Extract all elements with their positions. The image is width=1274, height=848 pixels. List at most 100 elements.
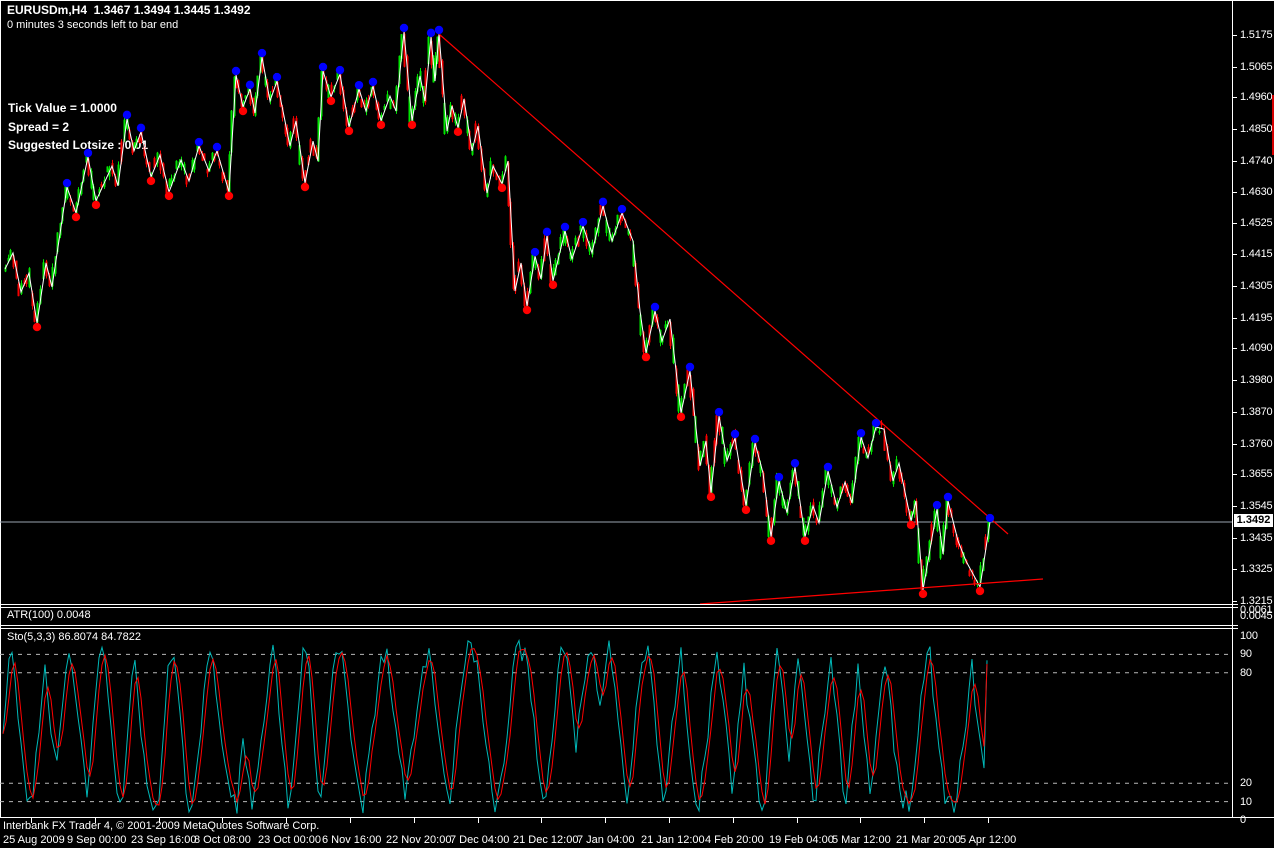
price-axis-label: 1.4195	[1240, 312, 1272, 324]
price-axis-tick	[1233, 192, 1237, 193]
date-label: 23 Sep 16:00	[131, 834, 196, 846]
zigzag-bottom-dot	[33, 323, 41, 331]
date-label: 21 Mar 20:00	[896, 834, 961, 846]
date-label: 21 Jan 12:00	[641, 834, 705, 846]
time-axis-tick	[541, 818, 542, 823]
sto-axis-label: 80	[1240, 667, 1252, 679]
zigzag-top-dot	[123, 111, 131, 119]
price-axis-tick	[1233, 380, 1237, 381]
zigzag-bottom-dot	[147, 177, 155, 185]
zigzag-top-dot	[944, 493, 952, 501]
zigzag-bottom-dot	[239, 107, 247, 115]
zigzag-top-dot	[84, 149, 92, 157]
zigzag-top-dot	[258, 49, 266, 57]
zigzag-top-dot	[273, 73, 281, 81]
date-label: 6 Nov 16:00	[322, 834, 381, 846]
current-price-tag: 1.3492	[1234, 514, 1273, 527]
date-label: 22 Nov 20:00	[386, 834, 451, 846]
sto-axis-label: 90	[1240, 648, 1252, 660]
zigzag-bottom-dot	[225, 192, 233, 200]
price-axis-label: 1.4090	[1240, 342, 1272, 354]
zigzag-bottom-dot	[907, 521, 915, 529]
zigzag-top-dot	[857, 429, 865, 437]
date-label: 7 Jan 04:00	[577, 834, 635, 846]
zigzag-bottom-dot	[742, 506, 750, 514]
price-axis-label: 1.4305	[1240, 280, 1272, 292]
zigzag-bottom-dot	[707, 493, 715, 501]
zigzag-bottom-dot	[301, 183, 309, 191]
zigzag-top-dot	[686, 363, 694, 371]
price-axis-label: 1.4850	[1240, 123, 1272, 135]
time-axis-tick	[350, 818, 351, 823]
zigzag-top-dot	[618, 205, 626, 213]
sto-signal-line	[3, 649, 987, 805]
date-label: 9 Sep 00:00	[67, 834, 126, 846]
price-axis-tick	[1233, 348, 1237, 349]
zigzag-top-dot	[435, 26, 443, 34]
zigzag-top-dot	[355, 81, 363, 89]
trendline-ascending	[700, 579, 1043, 604]
zigzag-bottom-dot	[92, 201, 100, 209]
stochastic-chart[interactable]	[0, 629, 1232, 818]
price-axis-tick	[1233, 318, 1237, 319]
price-axis-label: 1.5175	[1240, 29, 1272, 41]
time-axis-tick	[860, 818, 861, 823]
price-axis-label: 1.4960	[1240, 91, 1272, 103]
zigzag-bottom-dot	[976, 587, 984, 595]
zigzag-top-dot	[63, 179, 71, 187]
separator-atr-sto-2[interactable]	[0, 628, 1238, 629]
price-axis-label: 1.4740	[1240, 155, 1272, 167]
price-axis-tick	[1233, 538, 1237, 539]
separator-main-atr-1[interactable]	[0, 604, 1238, 605]
date-label: 4 Feb 20:00	[705, 834, 764, 846]
time-axis-tick	[605, 818, 606, 823]
price-axis-tick	[1233, 129, 1237, 130]
zigzag-top-dot	[400, 24, 408, 32]
zigzag-top-dot	[369, 78, 377, 86]
date-label: 19 Feb 04:00	[769, 834, 834, 846]
zigzag-top-dot	[824, 463, 832, 471]
date-label: 7 Dec 04:00	[450, 834, 509, 846]
separator-main-atr-2[interactable]	[0, 607, 1238, 608]
platform-copyright: Interbank FX Trader 4, © 2001-2009 MetaQ…	[3, 820, 319, 833]
zigzag-bottom-dot	[642, 353, 650, 361]
date-label: 25 Aug 2009	[3, 834, 65, 846]
price-axis-label: 1.3545	[1240, 500, 1272, 512]
time-axis-tick	[478, 818, 479, 823]
price-axis-label: 1.3760	[1240, 438, 1272, 450]
main-price-chart[interactable]	[0, 1, 1232, 605]
zigzag-bottom-dot	[408, 121, 416, 129]
time-axis-tick	[988, 818, 989, 823]
price-axis-tick	[1233, 97, 1237, 98]
zigzag-top-dot	[791, 459, 799, 467]
chart-title-ohlc: EURUSDm,H4 1.3467 1.3494 1.3445 1.3492	[7, 4, 251, 17]
zigzag-top-dot	[561, 223, 569, 231]
sto-axis-label: 0	[1240, 814, 1246, 826]
sto-axis-label: 100	[1240, 630, 1258, 642]
price-axis-label: 1.3655	[1240, 468, 1272, 480]
atr-indicator-label: ATR(100) 0.0048	[7, 609, 91, 622]
zigzag-top-dot	[427, 29, 435, 37]
price-axis-label: 1.5065	[1240, 61, 1272, 73]
date-label: 21 Dec 12:00	[513, 834, 578, 846]
zigzag-top-dot	[775, 473, 783, 481]
price-axis-tick	[1233, 67, 1237, 68]
zigzag-bottom-dot	[677, 413, 685, 421]
zigzag-bottom-dot	[327, 97, 335, 105]
zigzag-top-dot	[599, 198, 607, 206]
zigzag-line	[5, 32, 990, 590]
price-axis-tick	[1233, 35, 1237, 36]
time-axis-tick	[733, 818, 734, 823]
price-axis-label: 1.4525	[1240, 217, 1272, 229]
zigzag-bottom-dot	[72, 213, 80, 221]
separator-atr-sto-1[interactable]	[0, 625, 1238, 626]
zigzag-top-dot	[195, 138, 203, 146]
zigzag-top-dot	[531, 248, 539, 256]
zigzag-top-dot	[137, 124, 145, 132]
zigzag-bottom-dot	[377, 121, 385, 129]
zigzag-top-dot	[986, 514, 994, 522]
zigzag-bottom-dot	[498, 184, 506, 192]
price-axis-label: 1.4630	[1240, 186, 1272, 198]
price-axis-tick	[1233, 601, 1237, 602]
date-label: 8 Oct 08:00	[194, 834, 251, 846]
